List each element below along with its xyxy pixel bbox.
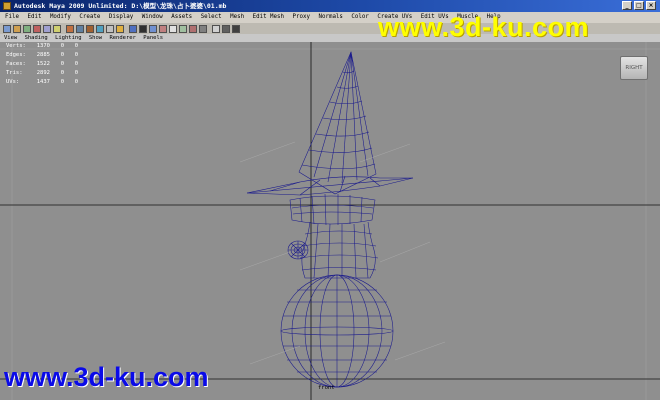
lasso-tool-icon[interactable] — [13, 25, 21, 33]
render-icon[interactable] — [149, 25, 157, 33]
camera-label: front — [318, 385, 335, 391]
select-tool-icon[interactable] — [3, 25, 11, 33]
menu-display[interactable]: Display — [109, 12, 133, 23]
front-viewport[interactable]: Verts: 1370 0 0 Edges: 2885 0 0 Faces: 1522 0 0 T… — [0, 42, 660, 400]
hud-row: Verts: 1370 0 0 — [6, 43, 78, 49]
panel-menu-renderer[interactable]: Renderer — [109, 34, 136, 42]
window-title: Autodesk Maya 2009 Unlimited: D:\模型\龙珠\占… — [14, 2, 227, 10]
maya-app-icon — [3, 2, 11, 10]
panel-menu-view[interactable]: View — [4, 34, 17, 42]
menu-select[interactable]: Select — [201, 12, 222, 23]
hat-wireframe — [246, 51, 414, 226]
cube-icon[interactable] — [76, 25, 84, 33]
graph-editor-icon[interactable] — [199, 25, 207, 33]
menu-assets[interactable]: Assets — [171, 12, 192, 23]
menu-color[interactable]: Color — [351, 12, 368, 23]
outliner-icon[interactable] — [189, 25, 197, 33]
poly-count-hud: Verts: 1370 0 0 Edges: 2885 0 0 Faces: 1522 0 0 T… — [6, 42, 78, 87]
watermark-top: www.3d-ku.com — [378, 12, 590, 42]
hud-row: Edges: 2885 0 0 — [6, 52, 78, 58]
menu-edit[interactable]: Edit — [27, 12, 41, 23]
panel-menu-panels[interactable]: Panels — [143, 34, 163, 42]
cone-icon[interactable] — [96, 25, 104, 33]
viewport-grid — [0, 42, 660, 400]
menu-file[interactable]: File — [5, 12, 19, 23]
viewport-canvas — [0, 42, 660, 400]
camera-icon[interactable] — [129, 25, 137, 33]
render-settings-icon[interactable] — [169, 25, 177, 33]
panel-menu-show[interactable]: Show — [89, 34, 102, 42]
sphere-icon[interactable] — [66, 25, 74, 33]
body-wireframe — [287, 221, 379, 279]
viewport-axes — [0, 42, 660, 400]
rotate-tool-icon[interactable] — [43, 25, 51, 33]
torus-icon[interactable] — [116, 25, 124, 33]
panel-menu-shading[interactable]: Shading — [25, 34, 48, 42]
maximize-button[interactable]: □ — [634, 1, 644, 10]
close-button[interactable]: × — [646, 1, 656, 10]
menu-modify[interactable]: Modify — [50, 12, 71, 23]
move-tool-icon[interactable] — [33, 25, 41, 33]
hud-row: UVs: 1437 0 0 — [6, 79, 78, 85]
watermark-bottom: www.3d-ku.com — [4, 362, 209, 392]
crystal-ball-wireframe — [280, 274, 394, 388]
snap-curve-icon[interactable] — [222, 25, 230, 33]
menu-edit-mesh[interactable]: Edit Mesh — [253, 12, 284, 23]
viewcube-right[interactable]: RIGHT — [620, 56, 648, 80]
paint-select-icon[interactable] — [23, 25, 31, 33]
menu-mesh[interactable]: Mesh — [230, 12, 244, 23]
hud-row: Tris: 2892 0 0 — [6, 70, 78, 76]
snap-grid-icon[interactable] — [212, 25, 220, 33]
menu-proxy[interactable]: Proxy — [293, 12, 310, 23]
menu-create[interactable]: Create — [79, 12, 100, 23]
plane-icon[interactable] — [106, 25, 114, 33]
snap-point-icon[interactable] — [232, 25, 240, 33]
hud-row: Faces: 1522 0 0 — [6, 61, 78, 67]
scale-tool-icon[interactable] — [53, 25, 61, 33]
minimize-button[interactable]: _ — [622, 1, 632, 10]
ipr-render-icon[interactable] — [159, 25, 167, 33]
menu-normals[interactable]: Normals — [318, 12, 342, 23]
menu-window[interactable]: Window — [142, 12, 163, 23]
window-controls: _ □ × — [622, 1, 656, 10]
cylinder-icon[interactable] — [86, 25, 94, 33]
hypershade-icon[interactable] — [179, 25, 187, 33]
panel-menu-lighting[interactable]: Lighting — [55, 34, 82, 42]
title-bar: Autodesk Maya 2009 Unlimited: D:\模型\龙珠\占… — [0, 0, 660, 12]
light-icon[interactable] — [139, 25, 147, 33]
